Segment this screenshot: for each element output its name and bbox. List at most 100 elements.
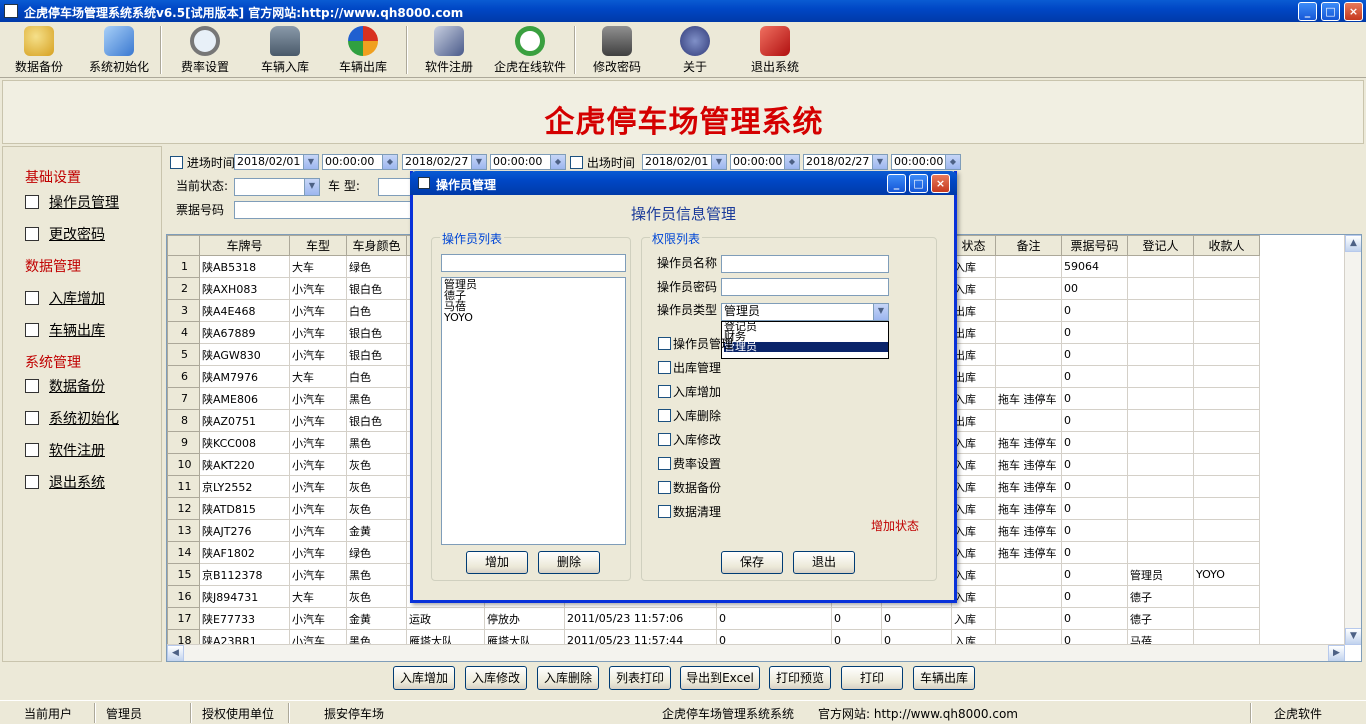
perm-checkbox[interactable] <box>658 481 671 494</box>
scroll-right-icon[interactable]: ▶ <box>1328 645 1345 661</box>
row-number[interactable]: 3 <box>167 299 200 322</box>
table-cell[interactable]: 绿色 <box>346 541 407 564</box>
table-cell[interactable]: 拖车 违停车 <box>995 541 1062 564</box>
table-cell[interactable] <box>995 409 1062 432</box>
table-cell[interactable]: 小汽车 <box>289 299 347 322</box>
table-cell[interactable]: 入库 <box>951 255 996 278</box>
table-cell[interactable]: 0 <box>1061 343 1128 366</box>
list-item[interactable]: 管理员 <box>444 279 623 290</box>
table-cell[interactable]: 拖车 违停车 <box>995 497 1062 520</box>
row-number[interactable]: 12 <box>167 497 200 520</box>
row-number[interactable]: 11 <box>167 475 200 498</box>
spin-icon[interactable]: ◆ <box>784 155 799 169</box>
perm-in-delete[interactable]: 入库删除 <box>658 407 721 424</box>
table-cell[interactable]: 0 <box>1061 475 1128 498</box>
add-operator-button[interactable]: 增加 <box>466 551 528 574</box>
table-cell[interactable]: 入库 <box>951 431 996 454</box>
table-cell[interactable] <box>1127 519 1194 542</box>
table-cell[interactable]: 小汽车 <box>289 431 347 454</box>
perm-checkbox[interactable] <box>658 361 671 374</box>
table-cell[interactable]: 拖车 违停车 <box>995 453 1062 476</box>
table-cell[interactable]: 白色 <box>346 365 407 388</box>
perm-in-add[interactable]: 入库增加 <box>658 383 721 400</box>
chevron-down-icon[interactable]: ▼ <box>872 155 887 169</box>
spin-icon[interactable]: ◆ <box>550 155 565 169</box>
scroll-left-icon[interactable]: ◀ <box>167 645 184 661</box>
in-time-checkbox[interactable] <box>170 156 183 169</box>
table-cell[interactable] <box>1127 343 1194 366</box>
save-button[interactable]: 保存 <box>721 551 783 574</box>
spin-icon[interactable]: ◆ <box>945 155 960 169</box>
column-header[interactable]: 车牌号 <box>199 235 290 256</box>
table-cell[interactable] <box>1193 453 1260 476</box>
table-cell[interactable]: 入库 <box>951 497 996 520</box>
toolbar-about-button[interactable]: 关于 <box>666 24 724 76</box>
table-cell[interactable] <box>995 585 1062 608</box>
table-cell[interactable] <box>1127 387 1194 410</box>
table-cell[interactable]: 拖车 违停车 <box>995 431 1062 454</box>
table-cell[interactable]: 金黄 <box>346 519 407 542</box>
table-cell[interactable]: 京LY2552 <box>199 475 290 498</box>
row-number[interactable]: 2 <box>167 277 200 300</box>
perm-out[interactable]: 出库管理 <box>658 359 721 376</box>
list-print-button[interactable]: 列表打印 <box>609 666 671 690</box>
chevron-down-icon[interactable]: ▼ <box>873 304 888 320</box>
table-cell[interactable] <box>1193 255 1260 278</box>
print-preview-button[interactable]: 打印预览 <box>769 666 831 690</box>
table-cell[interactable]: 金黄 <box>346 607 407 630</box>
table-cell[interactable] <box>1127 541 1194 564</box>
table-cell[interactable]: 小汽车 <box>289 475 347 498</box>
sidebar-item-init[interactable]: 系统初始化 <box>25 408 119 428</box>
state-select[interactable]: ▼ <box>234 178 320 196</box>
table-cell[interactable]: 小汽车 <box>289 541 347 564</box>
table-cell[interactable]: 0 <box>881 607 952 630</box>
table-cell[interactable]: 0 <box>1061 453 1128 476</box>
table-cell[interactable]: 陕AJT276 <box>199 519 290 542</box>
table-cell[interactable]: 陕AF1802 <box>199 541 290 564</box>
sidebar-item-vehicle-out[interactable]: 车辆出库 <box>25 320 105 340</box>
table-cell[interactable]: 0 <box>1061 299 1128 322</box>
table-cell[interactable]: 陕AME806 <box>199 387 290 410</box>
row-number[interactable]: 7 <box>167 387 200 410</box>
perm-checkbox[interactable] <box>658 409 671 422</box>
out-date-to[interactable]: 2018/02/27 ▼ <box>803 154 888 170</box>
table-cell[interactable]: 入库 <box>951 453 996 476</box>
table-cell[interactable]: 0 <box>831 607 882 630</box>
horizontal-scrollbar[interactable]: ◀ ▶ <box>167 644 1345 661</box>
row-number[interactable]: 10 <box>167 453 200 476</box>
row-number[interactable]: 8 <box>167 409 200 432</box>
toolbar-online-button[interactable]: 企虎在线软件 <box>490 24 570 76</box>
in-time-checkbox-group[interactable]: 进场时间 <box>170 154 235 171</box>
table-cell[interactable] <box>1193 519 1260 542</box>
toolbar-in-button[interactable]: 车辆入库 <box>256 24 314 76</box>
table-cell[interactable]: 入库 <box>951 607 996 630</box>
row-number[interactable]: 1 <box>167 255 200 278</box>
table-cell[interactable]: 小汽车 <box>289 497 347 520</box>
table-cell[interactable]: 银白色 <box>346 321 407 344</box>
perm-checkbox[interactable] <box>658 457 671 470</box>
table-cell[interactable]: 管理员 <box>1127 563 1194 586</box>
delete-operator-button[interactable]: 删除 <box>538 551 600 574</box>
list-item[interactable]: YOYO <box>444 312 623 323</box>
sidebar-item-backup[interactable]: 数据备份 <box>25 376 105 396</box>
column-header[interactable] <box>167 235 200 256</box>
table-cell[interactable] <box>1193 497 1260 520</box>
perm-rate[interactable]: 费率设置 <box>658 455 721 472</box>
table-cell[interactable]: 00 <box>1061 277 1128 300</box>
table-cell[interactable]: 银白色 <box>346 343 407 366</box>
table-cell[interactable] <box>1127 475 1194 498</box>
table-cell[interactable] <box>995 563 1062 586</box>
out-time-checkbox[interactable] <box>570 156 583 169</box>
ticket-input[interactable] <box>234 201 414 219</box>
toolbar-password-button[interactable]: 修改密码 <box>588 24 646 76</box>
table-cell[interactable] <box>1193 431 1260 454</box>
table-cell[interactable]: 德子 <box>1127 585 1194 608</box>
table-cell[interactable]: 大车 <box>289 255 347 278</box>
dialog-close-button[interactable]: × <box>931 174 950 193</box>
operator-password-input[interactable] <box>721 278 889 296</box>
column-header[interactable]: 状态 <box>951 235 996 256</box>
column-header[interactable]: 车型 <box>289 235 347 256</box>
perm-in-edit[interactable]: 入库修改 <box>658 431 721 448</box>
scroll-up-icon[interactable]: ▲ <box>1345 235 1361 252</box>
option-admin[interactable]: 管理员 <box>724 341 888 352</box>
